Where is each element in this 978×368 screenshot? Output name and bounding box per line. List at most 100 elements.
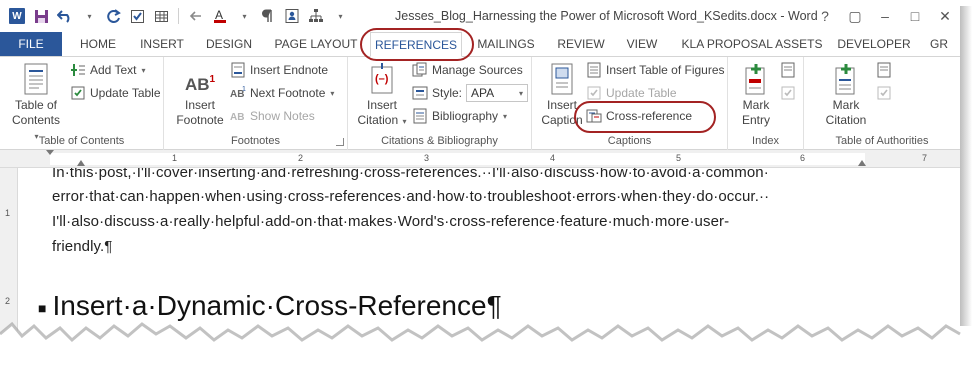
update-index-button[interactable]: [780, 82, 796, 104]
tab-developer[interactable]: DEVELOPER: [834, 32, 914, 56]
vertical-ruler-number: 2: [5, 296, 11, 306]
body-text-line: I'll·also·discuss·a·really·helpful·add-o…: [52, 213, 730, 230]
ribbon-display-options-button[interactable]: ▢: [840, 0, 870, 32]
bibliography-button[interactable]: Bibliography ▾: [412, 105, 507, 127]
horizontal-ruler[interactable]: 1 2 3 4 5 6 7: [0, 150, 960, 168]
table-icon[interactable]: [150, 5, 172, 27]
tab-home[interactable]: HOME: [70, 32, 126, 56]
group-label-table-of-authorities: Table of Authorities: [835, 135, 929, 147]
group-label-index: Index: [752, 135, 779, 147]
contact-card-icon[interactable]: [281, 5, 303, 27]
insert-endnote-icon: [231, 62, 245, 78]
svg-text:A: A: [215, 8, 223, 22]
body-text-line: error·that·can·happen·when·using·cross-r…: [52, 188, 770, 205]
insert-index-button[interactable]: [780, 59, 796, 81]
heading-keep-marker: ■: [38, 299, 47, 316]
tab-kla-proposal-assets[interactable]: KLA PROPOSAL ASSETS: [676, 32, 828, 56]
tab-page-layout[interactable]: PAGE LAYOUT: [268, 32, 364, 56]
table-of-contents-button[interactable]: Table of Contents ▾: [8, 61, 64, 144]
font-color-icon[interactable]: A: [209, 5, 231, 27]
back-arrow-icon[interactable]: [185, 5, 207, 27]
tab-mailings[interactable]: MAILINGS: [470, 32, 542, 56]
body-text-line: In·this·post,·I'll·cover·inserting·and·r…: [52, 168, 769, 181]
hanging-indent-marker[interactable]: [77, 160, 85, 166]
style-icon: [412, 86, 428, 100]
window-title: Jesses_Blog_Harnessing the Power of Micr…: [395, 9, 818, 23]
style-dropdown[interactable]: APA ▾: [466, 84, 529, 102]
show-notes-button[interactable]: AB Show Notes: [230, 105, 315, 127]
mark-citation-icon: [833, 61, 859, 95]
close-button[interactable]: ✕: [930, 0, 960, 32]
update-table-figures-icon: [587, 86, 601, 100]
vertical-ruler-number: 1: [5, 208, 11, 218]
style-selector: Style: APA ▾: [412, 82, 529, 104]
tab-file[interactable]: FILE: [0, 32, 62, 56]
first-line-indent-marker[interactable]: [46, 150, 54, 155]
next-footnote-icon: AB1: [230, 86, 246, 100]
tab-insert[interactable]: INSERT: [134, 32, 190, 56]
group-table-of-contents: Table of Contents ▾ Add Text ▾ Update Tab…: [0, 57, 164, 150]
footnote-icon: AB 1: [184, 74, 216, 94]
next-footnote-button[interactable]: AB 1 Next Footnote ▾: [230, 82, 334, 104]
svg-text:1: 1: [242, 86, 246, 93]
undo-dropdown-icon[interactable]: ▾: [78, 5, 100, 27]
ruler-number: 6: [800, 153, 806, 163]
paragraph-icon[interactable]: [257, 5, 279, 27]
tab-gr[interactable]: GR: [922, 32, 956, 56]
insert-table-of-authorities-icon: [877, 62, 891, 78]
ruler-number: 2: [298, 153, 304, 163]
table-of-figures-icon: [587, 62, 601, 78]
word-app-icon[interactable]: W: [6, 5, 28, 27]
insert-endnote-button[interactable]: Insert Endnote: [230, 59, 328, 81]
group-label-citations: Citations & Bibliography: [381, 135, 498, 147]
customize-toolbar-icon[interactable]: ▾: [329, 5, 351, 27]
ruler-number: 4: [550, 153, 556, 163]
minimize-button[interactable]: –: [870, 0, 900, 32]
add-text-icon: [71, 64, 85, 76]
mark-citation-button[interactable]: Mark Citation: [818, 61, 874, 128]
right-indent-marker[interactable]: [858, 160, 866, 166]
window-controls: ? ▢ – □ ✕: [810, 0, 960, 32]
body-text-line: friendly.¶: [52, 238, 113, 255]
ruler-number: 5: [676, 153, 682, 163]
group-index: Mark Entry Index: [728, 57, 804, 150]
insert-citation-button[interactable]: (–) Insert Citation ▾: [354, 61, 410, 129]
org-chart-icon[interactable]: [305, 5, 327, 27]
table-of-contents-icon: [23, 61, 49, 95]
bibliography-icon: [413, 108, 427, 124]
undo-icon[interactable]: [54, 5, 76, 27]
tab-view[interactable]: VIEW: [618, 32, 666, 56]
insert-caption-icon: [549, 61, 575, 95]
update-table-icon: [71, 86, 85, 100]
mark-entry-button[interactable]: Mark Entry: [734, 61, 778, 128]
update-index-icon: [781, 86, 795, 100]
group-footnotes: AB 1 Insert Footnote Insert Endnote AB 1 N…: [164, 57, 348, 150]
save-icon[interactable]: [30, 5, 52, 27]
ruler-number: 3: [424, 153, 430, 163]
help-button[interactable]: ?: [810, 0, 840, 32]
insert-table-of-authorities-button[interactable]: [876, 59, 892, 81]
add-text-button[interactable]: Add Text ▾: [70, 59, 146, 81]
insert-table-of-figures-button[interactable]: Insert Table of Figures: [586, 59, 725, 81]
font-color-dropdown-icon[interactable]: ▾: [233, 5, 255, 27]
insert-footnote-button[interactable]: AB 1 Insert Footnote: [172, 61, 228, 128]
checkbox-icon[interactable]: [126, 5, 148, 27]
show-notes-icon: AB: [230, 112, 244, 123]
insert-citation-icon: (–): [368, 61, 396, 95]
ruler-number: 7: [922, 153, 928, 163]
update-table-button[interactable]: Update Table: [70, 82, 161, 104]
redo-icon[interactable]: [102, 5, 124, 27]
update-table-of-authorities-button[interactable]: [876, 82, 892, 104]
svg-text:AB: AB: [230, 112, 244, 123]
footnotes-dialog-launcher[interactable]: [336, 138, 344, 146]
ruler-number: 1: [172, 153, 178, 163]
tab-review[interactable]: REVIEW: [552, 32, 610, 56]
tab-design[interactable]: DESIGN: [200, 32, 258, 56]
group-table-of-authorities: Mark Citation Table of Authorities: [804, 57, 960, 150]
screenshot-shadow: [960, 6, 972, 326]
insert-index-icon: [781, 62, 795, 78]
manage-sources-button[interactable]: Manage Sources: [412, 59, 523, 81]
toolbar-separator: [178, 8, 179, 24]
maximize-button[interactable]: □: [900, 0, 930, 32]
group-label-footnotes: Footnotes: [231, 135, 280, 147]
